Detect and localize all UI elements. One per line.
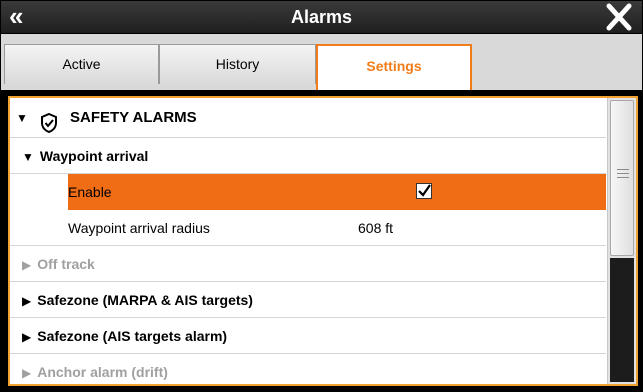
setting-label: Enable [68,184,112,200]
setting-row-enable[interactable]: Enable [68,174,606,210]
section-title: SAFETY ALARMS [70,109,197,126]
enable-checkbox[interactable] [416,183,432,199]
group-off-track[interactable]: ▶ Off track [10,246,606,282]
tab-settings[interactable]: Settings [316,44,472,90]
group-label: Anchor alarm (drift) [37,364,168,380]
setting-row-waypoint-radius[interactable]: Waypoint arrival radius 608 ft [10,210,606,246]
scrollbar[interactable] [607,98,636,384]
group-label: Safezone (AIS targets alarm) [37,328,228,344]
expand-triangle-icon: ▶ [22,294,32,308]
group-safezone-ais[interactable]: ▶ Safezone (AIS targets alarm) [10,318,606,354]
scroll-thumb[interactable] [610,100,634,256]
close-icon[interactable] [604,3,634,31]
group-waypoint-arrival[interactable]: ▼ Waypoint arrival [10,138,606,174]
tab-active[interactable]: Active [4,44,159,84]
grip-line [617,169,629,170]
tab-history[interactable]: History [159,44,316,84]
grip-line [617,177,629,178]
group-label: Off track [37,256,95,272]
collapse-triangle-icon: ▼ [22,150,34,164]
group-label: Waypoint arrival [39,148,149,164]
shield-check-icon [40,108,58,134]
scroll-track[interactable] [610,258,634,382]
window-title: Alarms [290,7,353,27]
group-safezone-marpa[interactable]: ▶ Safezone (MARPA & AIS targets) [10,282,606,318]
tab-bar: Active History Settings [1,34,642,90]
title-bar: « Alarms [1,1,642,34]
grip-line [617,173,629,174]
setting-label: Waypoint arrival radius [68,220,210,236]
expand-triangle-icon: ▶ [22,330,32,344]
expand-triangle-icon: ▶ [22,366,32,380]
settings-panel: ▼ SAFETY ALARMS ▼ Waypoint arrival Enable… [8,96,638,386]
group-label: Safezone (MARPA & AIS targets) [37,292,253,308]
group-anchor-alarm[interactable]: ▶ Anchor alarm (drift) [10,354,606,384]
expand-triangle-icon: ▶ [22,258,32,272]
collapse-triangle-icon: ▼ [16,111,28,125]
section-header-safety-alarms[interactable]: ▼ SAFETY ALARMS [10,98,606,138]
setting-value: 608 ft [358,220,394,236]
